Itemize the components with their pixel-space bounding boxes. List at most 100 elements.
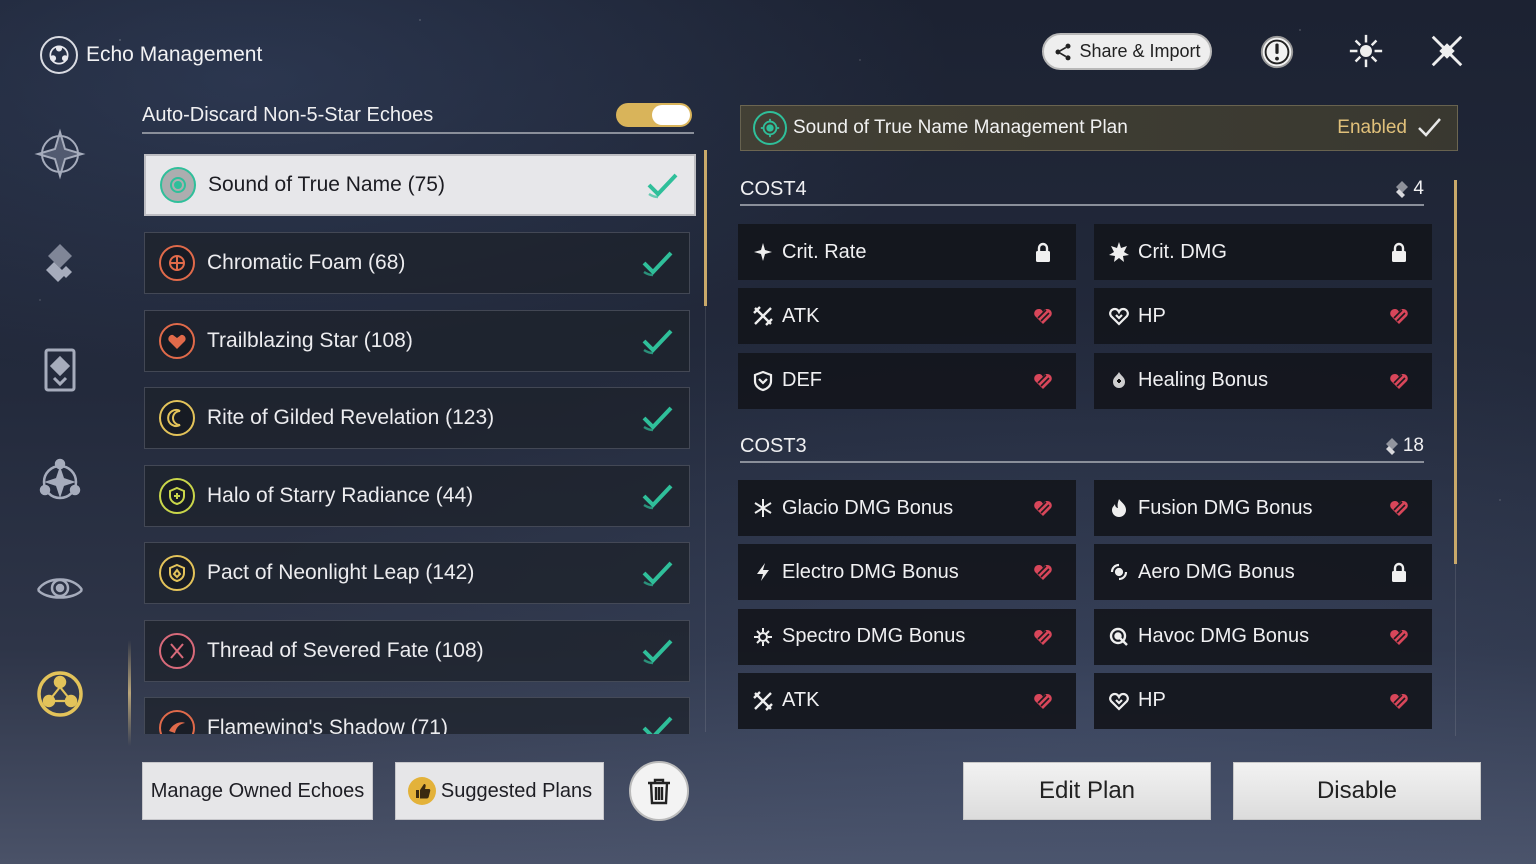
sonata-set-item[interactable]: Flamewing's Shadow (71) — [144, 697, 690, 734]
discard-icon[interactable] — [1032, 626, 1054, 648]
stat-item[interactable]: ATK — [738, 672, 1076, 729]
cost4-count: 4 — [1394, 178, 1424, 200]
auto-discard-toggle[interactable] — [616, 103, 692, 127]
sonata-set-name: Halo of Starry Radiance (44) — [207, 483, 474, 507]
plan-set-icon — [753, 111, 787, 145]
stat-item[interactable]: ATK — [738, 288, 1076, 345]
manage-owned-echoes-button[interactable]: Manage Owned Echoes — [142, 762, 373, 820]
stat-name: DEF — [782, 369, 822, 392]
delete-button[interactable] — [629, 761, 689, 821]
lock-icon[interactable] — [1388, 561, 1410, 583]
check-icon[interactable] — [639, 633, 675, 669]
sonata-set-item[interactable]: Trailblazing Star (108) — [144, 309, 690, 372]
share-icon — [1055, 43, 1071, 60]
discard-icon[interactable] — [1032, 370, 1054, 392]
discard-icon[interactable] — [1388, 305, 1410, 327]
discard-icon[interactable] — [1388, 497, 1410, 519]
sonata-set-item[interactable]: Sound of True Name (75) — [144, 154, 696, 216]
crit-rate-icon — [754, 243, 772, 261]
echo-logo-icon — [40, 36, 78, 74]
page-title: Echo Management — [86, 43, 263, 66]
sonata-set-item[interactable]: Chromatic Foam (68) — [144, 232, 690, 294]
discard-icon[interactable] — [1032, 305, 1054, 327]
stat-scrollbar[interactable] — [1454, 180, 1457, 564]
sonata-set-list[interactable]: Sound of True Name (75) Chromatic Foam (6… — [144, 152, 698, 734]
echo-management-icon — [37, 671, 83, 717]
lock-icon[interactable] — [1032, 241, 1054, 263]
electro-icon — [757, 563, 769, 582]
check-icon[interactable] — [639, 555, 675, 591]
info-icon — [1260, 35, 1294, 69]
check-icon[interactable] — [639, 323, 675, 359]
disable-button[interactable]: Disable — [1233, 762, 1481, 820]
discard-icon[interactable] — [1388, 370, 1410, 392]
check-icon[interactable] — [639, 245, 675, 281]
hp-icon — [1109, 692, 1129, 711]
stat-item[interactable]: Healing Bonus — [1094, 352, 1432, 409]
rite-of-gilded-revelation-icon — [159, 400, 195, 436]
stat-item[interactable]: Spectro DMG Bonus — [738, 608, 1076, 665]
discard-icon[interactable] — [1032, 690, 1054, 712]
sidebar-active-indicator — [128, 640, 131, 746]
check-icon[interactable] — [644, 167, 680, 203]
share-import-button[interactable]: Share & Import — [1042, 33, 1212, 70]
stat-name: Spectro DMG Bonus — [782, 625, 966, 648]
info-button[interactable] — [1257, 32, 1297, 72]
echo-star-icon — [39, 458, 81, 500]
discard-icon[interactable] — [1032, 497, 1054, 519]
sidebar-item-tuner[interactable] — [28, 230, 92, 294]
crit-dmg-icon — [1109, 242, 1129, 262]
discard-icon[interactable] — [1388, 690, 1410, 712]
stat-item[interactable]: DEF — [738, 352, 1076, 409]
glacio-icon — [754, 499, 772, 517]
stat-item[interactable]: Crit. DMG — [1094, 224, 1432, 280]
stat-item[interactable]: HP — [1094, 288, 1432, 345]
eye-orbit-icon — [36, 578, 84, 599]
stat-item[interactable]: Crit. Rate — [738, 224, 1076, 280]
sound-of-true-name-icon — [160, 167, 196, 203]
discard-icon[interactable] — [1032, 561, 1054, 583]
stat-item[interactable]: Glacio DMG Bonus — [738, 480, 1076, 536]
stat-item[interactable]: Fusion DMG Bonus — [1094, 480, 1432, 536]
stat-name: HP — [1138, 304, 1166, 327]
stat-item[interactable]: Aero DMG Bonus — [1094, 544, 1432, 601]
manage-owned-echoes-label: Manage Owned Echoes — [150, 779, 365, 802]
chromatic-foam-icon — [159, 245, 195, 281]
trash-icon — [648, 778, 670, 805]
check-icon[interactable] — [639, 400, 675, 436]
sonata-set-item[interactable]: Halo of Starry Radiance (44) — [144, 464, 690, 527]
sonata-set-item[interactable]: Pact of Neonlight Leap (142) — [144, 542, 690, 604]
sidebar-item-data-card[interactable] — [28, 338, 92, 402]
sidebar-item-eye-orbit[interactable] — [28, 554, 92, 618]
suggested-plans-label: Suggested Plans — [440, 779, 593, 802]
flamewings-shadow-icon — [159, 710, 195, 734]
sidebar-item-compass[interactable] — [28, 122, 92, 186]
lock-icon[interactable] — [1388, 241, 1410, 263]
sidebar-item-echo-star[interactable] — [28, 448, 92, 512]
stat-item[interactable]: Havoc DMG Bonus — [1094, 608, 1432, 665]
discard-icon[interactable] — [1388, 626, 1410, 648]
stat-item[interactable]: Electro DMG Bonus — [738, 544, 1076, 601]
sidebar-item-echo-management[interactable] — [28, 662, 92, 726]
def-icon — [753, 370, 773, 391]
sonata-set-name: Sound of True Name (75) — [208, 173, 445, 196]
check-icon[interactable] — [639, 710, 675, 734]
plan-name: Sound of True Name Management Plan — [793, 117, 1128, 138]
check-icon[interactable] — [639, 478, 675, 514]
stat-item[interactable]: HP — [1094, 672, 1432, 729]
data-card-icon — [44, 348, 76, 392]
sonata-set-name: Pact of Neonlight Leap (142) — [207, 561, 475, 584]
edit-plan-button[interactable]: Edit Plan — [963, 762, 1211, 820]
suggested-plans-button[interactable]: Suggested Plans — [395, 762, 604, 820]
fusion-icon — [1112, 499, 1126, 517]
disable-label: Disable — [1316, 777, 1398, 804]
set-list-scrollbar[interactable] — [704, 150, 707, 306]
target-settings-button[interactable] — [1346, 31, 1386, 71]
sonata-set-item[interactable]: Thread of Severed Fate (108) — [144, 619, 690, 682]
close-button[interactable] — [1427, 31, 1467, 71]
sonata-set-item[interactable]: Rite of Gilded Revelation (123) — [144, 387, 690, 449]
halo-of-starry-radiance-icon — [159, 477, 195, 514]
tuner-small-icon — [1396, 181, 1409, 198]
atk-icon — [753, 691, 773, 711]
thread-of-severed-fate-icon — [159, 632, 195, 669]
